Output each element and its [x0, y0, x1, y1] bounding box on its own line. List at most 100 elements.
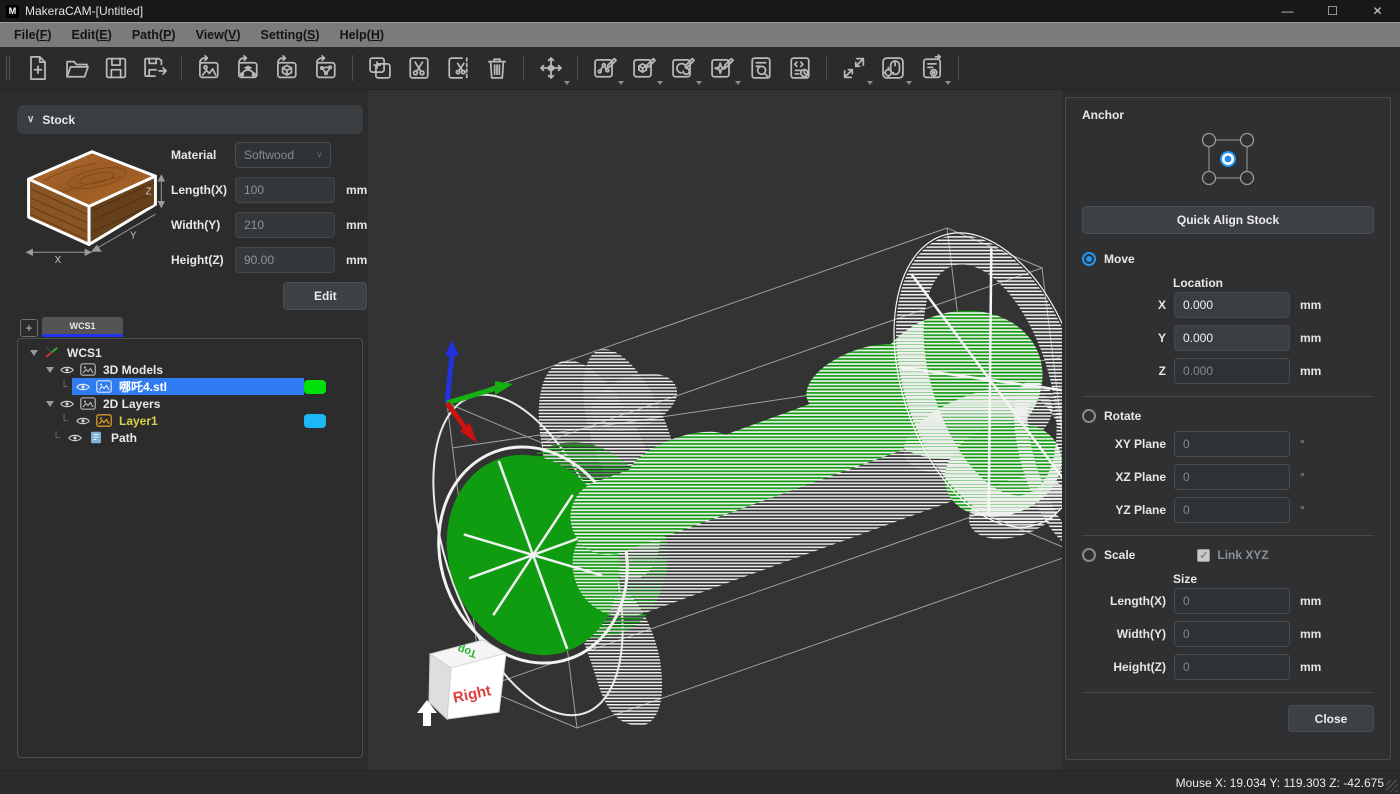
duplicate-icon[interactable]	[360, 50, 399, 87]
tree-connector: └	[48, 432, 64, 444]
anchor-point-selector[interactable]	[1082, 128, 1374, 194]
model-color-swatch[interactable]	[304, 380, 326, 394]
visibility-eye-icon[interactable]	[60, 364, 75, 376]
maximize-button[interactable]: ☐	[1310, 0, 1355, 22]
close-panel-button[interactable]: Close	[1288, 705, 1374, 732]
trim-icon[interactable]	[438, 50, 477, 87]
visibility-eye-icon[interactable]	[76, 381, 91, 393]
layer-color-swatch[interactable]	[304, 414, 326, 428]
tree-connector: └	[56, 381, 72, 393]
menubar: File(F) Edit(E) Path(P) View(V) Setting(…	[0, 22, 1400, 47]
xy-plane-field[interactable]	[1174, 431, 1290, 457]
fit-view-icon[interactable]	[834, 50, 873, 87]
quick-align-stock-button[interactable]: Quick Align Stock	[1082, 206, 1374, 234]
scale-length-unit: mm	[1300, 594, 1321, 608]
tree-item-label: Layer1	[119, 414, 158, 428]
tree-item-2d-layers[interactable]: 2D Layers	[18, 395, 362, 412]
scale-length-field[interactable]	[1174, 588, 1290, 614]
anchor-corner-tl[interactable]	[1203, 134, 1216, 147]
scale-width-field[interactable]	[1174, 621, 1290, 647]
anchor-corner-br[interactable]	[1241, 172, 1254, 185]
stock-z-label: Z	[146, 187, 152, 198]
tree-item-wcs1[interactable]: WCS1	[18, 344, 362, 361]
transform-icon[interactable]	[531, 50, 570, 87]
tree-item-label: Path	[111, 431, 137, 445]
view-cube[interactable]: Top Right	[429, 640, 506, 719]
menu-edit[interactable]: Edit(E)	[62, 23, 122, 47]
toolbar-drag-handle[interactable]	[6, 56, 10, 80]
import-mesh-icon[interactable]	[306, 50, 345, 87]
length-x-unit: mm	[346, 183, 367, 197]
move-y-field[interactable]	[1174, 325, 1290, 351]
expander-icon[interactable]	[46, 401, 54, 407]
wcs-axis-icon	[44, 346, 60, 359]
scale-height-field[interactable]	[1174, 654, 1290, 680]
stock-section-header[interactable]: ∨ Stock	[17, 105, 363, 134]
expander-icon[interactable]	[30, 350, 38, 356]
edit-stock-button[interactable]: Edit	[283, 282, 367, 310]
move-z-unit: mm	[1300, 364, 1321, 378]
menu-help[interactable]: Help(H)	[330, 23, 394, 47]
scene-tree-panel: WCS1 3D Models └ 哪吒4.stl 2D Layers └	[17, 338, 363, 758]
visibility-eye-icon[interactable]	[60, 398, 75, 410]
yz-plane-field[interactable]	[1174, 497, 1290, 523]
save-file-icon[interactable]	[96, 50, 135, 87]
scale-radio[interactable]	[1082, 548, 1096, 562]
import-curve-icon[interactable]	[228, 50, 267, 87]
edit-points-icon[interactable]	[585, 50, 624, 87]
add-wcs-tab-button[interactable]: +	[20, 319, 38, 337]
resize-grip[interactable]	[1386, 780, 1398, 792]
tree-item-path[interactable]: └ Path	[18, 429, 362, 446]
minimize-button[interactable]: —	[1265, 0, 1310, 22]
wcs-tab[interactable]: WCS1	[42, 317, 123, 337]
selected-row-highlight[interactable]: 哪吒4.stl	[72, 378, 304, 395]
anchor-corner-tr[interactable]	[1241, 134, 1254, 147]
viewport-3d[interactable]: Top Right	[368, 90, 1062, 770]
titlebar: M MakeraCAM-[Untitled] — ☐ ✕	[0, 0, 1400, 22]
edit-laser-icon[interactable]	[702, 50, 741, 87]
anchor-panel-title: Anchor	[1082, 108, 1374, 122]
tree-item-label: 2D Layers	[103, 397, 160, 411]
regenerate-settings-icon[interactable]	[912, 50, 951, 87]
xz-plane-field[interactable]	[1174, 464, 1290, 490]
tree-item-stl-model[interactable]: └ 哪吒4.stl	[18, 378, 362, 395]
width-y-field[interactable]	[235, 212, 335, 238]
expander-icon[interactable]	[46, 367, 54, 373]
new-file-icon[interactable]	[18, 50, 57, 87]
close-window-button[interactable]: ✕	[1355, 0, 1400, 22]
visibility-eye-icon[interactable]	[76, 415, 91, 427]
length-x-field[interactable]	[235, 177, 335, 203]
cut-icon[interactable]	[399, 50, 438, 87]
delete-icon[interactable]	[477, 50, 516, 87]
mouse-settings-icon[interactable]	[873, 50, 912, 87]
menu-file[interactable]: File(F)	[4, 23, 62, 47]
move-z-field[interactable]	[1174, 358, 1290, 384]
move-x-unit: mm	[1300, 298, 1321, 312]
save-as-file-icon[interactable]	[135, 50, 174, 87]
move-x-field[interactable]	[1174, 292, 1290, 318]
rotate-radio[interactable]	[1082, 409, 1096, 423]
tree-item-3d-models[interactable]: 3D Models	[18, 361, 362, 378]
import-image-icon[interactable]	[189, 50, 228, 87]
edit-model-icon[interactable]	[624, 50, 663, 87]
anchor-corner-bl[interactable]	[1203, 172, 1216, 185]
material-select[interactable]: Softwood ˅	[235, 142, 331, 168]
preview-gcode-icon[interactable]	[741, 50, 780, 87]
gcode-time-icon[interactable]	[780, 50, 819, 87]
move-y-label: Y	[1082, 331, 1166, 345]
collapse-chevron-icon: ∨	[27, 114, 34, 125]
move-radio[interactable]	[1082, 252, 1096, 266]
menu-view[interactable]: View(V)	[186, 23, 251, 47]
visibility-eye-icon[interactable]	[68, 432, 83, 444]
open-file-icon[interactable]	[57, 50, 96, 87]
yz-plane-label: YZ Plane	[1082, 503, 1166, 517]
edit-spiral-icon[interactable]	[663, 50, 702, 87]
menu-setting[interactable]: Setting(S)	[251, 23, 330, 47]
import-model-icon[interactable]	[267, 50, 306, 87]
link-xyz-checkbox[interactable]: ✓	[1197, 549, 1210, 562]
height-z-field[interactable]	[235, 247, 335, 273]
tree-item-layer1[interactable]: └ Layer1	[18, 412, 362, 429]
scale-height-label: Height(Z)	[1082, 660, 1166, 674]
xy-plane-label: XY Plane	[1082, 437, 1166, 451]
menu-path[interactable]: Path(P)	[122, 23, 186, 47]
